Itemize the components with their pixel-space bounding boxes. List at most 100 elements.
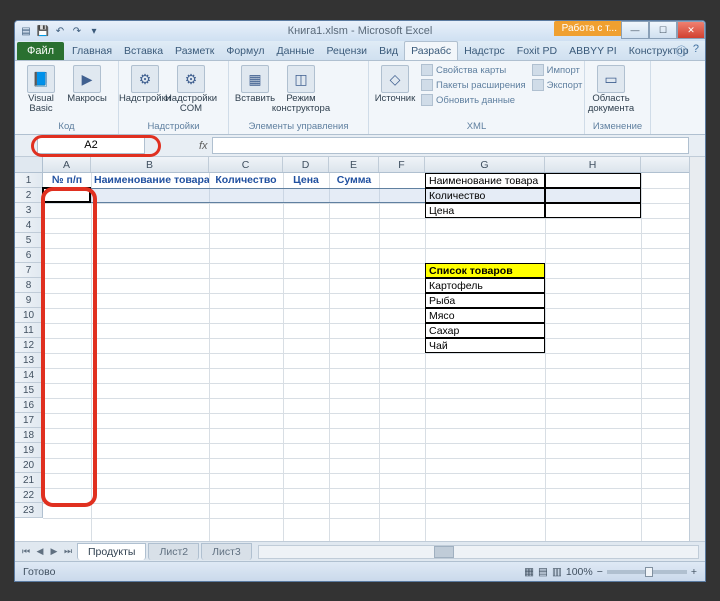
row-13[interactable]: 13 (15, 353, 43, 368)
row-18[interactable]: 18 (15, 428, 43, 443)
row-17[interactable]: 17 (15, 413, 43, 428)
cell-G10[interactable]: Мясо (425, 308, 545, 323)
tab-foxit[interactable]: Foxit PD (511, 42, 563, 60)
horizontal-scrollbar[interactable] (258, 545, 699, 559)
cell-C1[interactable]: Количество (209, 173, 283, 188)
cell-H3[interactable] (545, 203, 641, 218)
row-19[interactable]: 19 (15, 443, 43, 458)
view-pagebreak-icon[interactable]: ▥ (552, 566, 562, 578)
active-cell-A2[interactable] (42, 187, 91, 203)
cell-D1[interactable]: Цена (283, 173, 329, 188)
formula-bar[interactable] (212, 137, 689, 154)
fx-label[interactable]: fx (199, 140, 208, 152)
row-7[interactable]: 7 (15, 263, 43, 278)
sheet-tab-active[interactable]: Продукты (77, 543, 146, 560)
row-2[interactable]: 2 (15, 188, 43, 203)
cell-G7-list-header[interactable]: Список товаров (425, 263, 545, 278)
row-15[interactable]: 15 (15, 383, 43, 398)
refresh-data-item[interactable]: Обновить данные (419, 93, 528, 107)
tab-addins[interactable]: Надстрс (458, 42, 511, 60)
tab-developer[interactable]: Разрабс (404, 41, 458, 60)
cells-area[interactable]: № п/п Наименование товара Количество Цен… (43, 173, 689, 541)
import-item[interactable]: Импорт (530, 63, 585, 77)
col-D[interactable]: D (283, 157, 329, 172)
col-G[interactable]: G (425, 157, 545, 172)
minimize-button[interactable]: — (621, 21, 649, 39)
col-F[interactable]: F (379, 157, 425, 172)
tab-formulas[interactable]: Формул (220, 42, 270, 60)
cell-G11[interactable]: Сахар (425, 323, 545, 338)
view-layout-icon[interactable]: ▤ (538, 566, 548, 578)
cell-G1[interactable]: Наименование товара (425, 173, 545, 188)
cell-G8[interactable]: Картофель (425, 278, 545, 293)
zoom-in-icon[interactable]: + (691, 566, 697, 578)
visual-basic-button[interactable]: 📘Visual Basic (19, 63, 63, 116)
sheet-tab-3[interactable]: Лист3 (201, 543, 252, 560)
row-8[interactable]: 8 (15, 278, 43, 293)
zoom-out-icon[interactable]: − (597, 566, 603, 578)
row-11[interactable]: 11 (15, 323, 43, 338)
cell-E1[interactable]: Сумма (329, 173, 379, 188)
zoom-level[interactable]: 100% (566, 566, 593, 578)
name-box[interactable]: A2 (37, 137, 145, 154)
spreadsheet-grid[interactable]: A B C D E F G H 123456789101112131415161… (15, 157, 705, 541)
redo-icon[interactable]: ↷ (70, 24, 84, 38)
row-6[interactable]: 6 (15, 248, 43, 263)
cell-G2[interactable]: Количество (425, 188, 545, 203)
col-H[interactable]: H (545, 157, 641, 172)
design-mode-button[interactable]: ◫Режим конструктора (279, 63, 323, 116)
source-button[interactable]: ◇Источник (373, 63, 417, 106)
export-item[interactable]: Экспорт (530, 78, 585, 92)
row-1[interactable]: 1 (15, 173, 43, 188)
tab-layout[interactable]: Разметк (169, 42, 220, 60)
row-4[interactable]: 4 (15, 218, 43, 233)
cell-A1[interactable]: № п/п (43, 173, 91, 188)
addins-button[interactable]: ⚙Надстройки (123, 63, 167, 106)
macros-button[interactable]: ▶Макросы (65, 63, 109, 106)
col-C[interactable]: C (209, 157, 283, 172)
cell-H2[interactable] (545, 188, 641, 203)
select-all-corner[interactable] (15, 157, 43, 173)
save-icon[interactable]: 💾 (36, 24, 50, 38)
ribbon-minimize-icon[interactable]: ⓘ (676, 43, 687, 59)
maximize-button[interactable]: ☐ (649, 21, 677, 39)
row-21[interactable]: 21 (15, 473, 43, 488)
view-normal-icon[interactable]: ▦ (524, 566, 534, 578)
sheet-tab-2[interactable]: Лист2 (148, 543, 199, 560)
cell-G3[interactable]: Цена (425, 203, 545, 218)
tab-review[interactable]: Рецензи (320, 42, 373, 60)
file-tab[interactable]: Файл (17, 42, 64, 60)
row-12[interactable]: 12 (15, 338, 43, 353)
tab-insert[interactable]: Вставка (118, 42, 169, 60)
qat-more-icon[interactable]: ▾ (87, 24, 101, 38)
close-button[interactable]: ✕ (677, 21, 705, 39)
sheet-nav[interactable]: ⏮◀▶⏭ (19, 546, 75, 557)
row-16[interactable]: 16 (15, 398, 43, 413)
cell-G12[interactable]: Чай (425, 338, 545, 353)
row-20[interactable]: 20 (15, 458, 43, 473)
row-5[interactable]: 5 (15, 233, 43, 248)
cell-B1[interactable]: Наименование товара (91, 173, 209, 188)
insert-control-button[interactable]: ▦Вставить (233, 63, 277, 106)
row-23[interactable]: 23 (15, 503, 43, 518)
vertical-scrollbar[interactable] (689, 157, 705, 541)
col-A[interactable]: A (43, 157, 91, 172)
tab-data[interactable]: Данные (271, 42, 321, 60)
cell-G9[interactable]: Рыба (425, 293, 545, 308)
tab-home[interactable]: Главная (66, 42, 118, 60)
map-properties-item[interactable]: Свойства карты (419, 63, 528, 77)
undo-icon[interactable]: ↶ (53, 24, 67, 38)
tab-view[interactable]: Вид (373, 42, 404, 60)
row-10[interactable]: 10 (15, 308, 43, 323)
row-14[interactable]: 14 (15, 368, 43, 383)
help-icon[interactable]: ? (693, 43, 699, 59)
col-B[interactable]: B (91, 157, 209, 172)
tab-abbyy[interactable]: ABBYY PI (563, 42, 623, 60)
row-3[interactable]: 3 (15, 203, 43, 218)
com-addins-button[interactable]: ⚙Надстройки COM (169, 63, 213, 116)
expansion-packs-item[interactable]: Пакеты расширения (419, 78, 528, 92)
zoom-slider[interactable] (607, 570, 687, 574)
document-panel-button[interactable]: ▭Область документа (589, 63, 633, 116)
row-22[interactable]: 22 (15, 488, 43, 503)
cell-H1[interactable] (545, 173, 641, 188)
